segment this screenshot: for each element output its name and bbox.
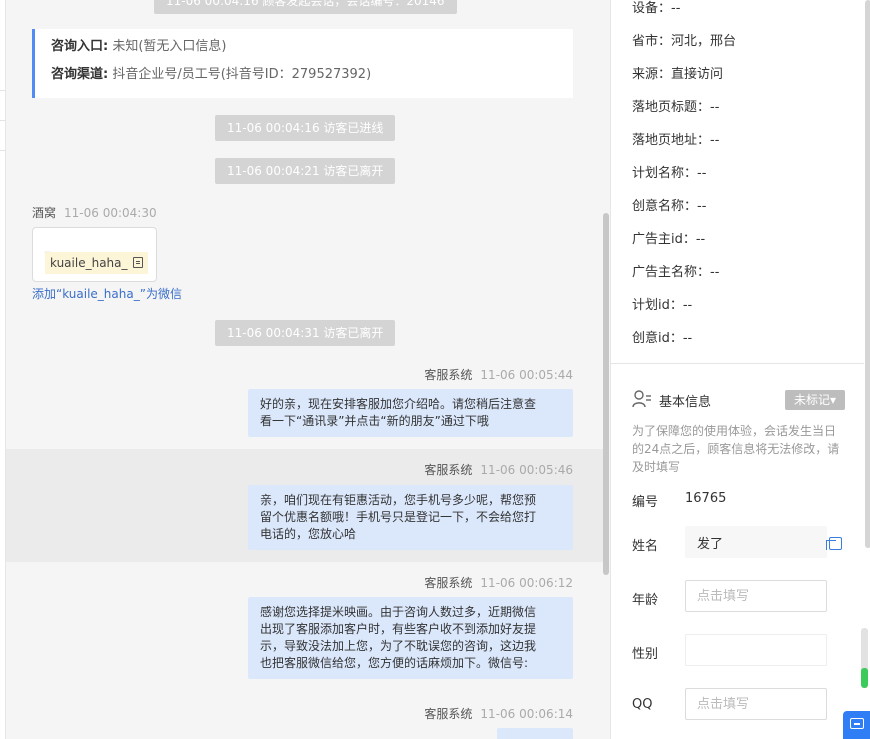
message-line: 好的亲，现在安排客服加您介绍哈。请您稍后注意查 <box>260 397 537 411</box>
message-line: 亲，咱们现在有钜惠活动，您手机号多少呢，帮您预 <box>260 493 537 507</box>
agent-name: 客服系统 <box>424 707 473 721</box>
qq-label: QQ <box>632 697 653 712</box>
entry-channel-line: 咨询渠道: 抖音企业号/员工号(抖音号ID：279527392) <box>51 68 557 82</box>
event-visitor-left: 11-06 00:04:21 访客已离开 <box>215 158 396 184</box>
event-visitor-left: 11-06 00:04:31 访客已离开 <box>215 320 396 346</box>
info-creative-id: 创意id：-- <box>632 331 693 346</box>
message-line: 电话的，您放心哈 <box>260 527 357 541</box>
info-plan-name: 计划名称：-- <box>632 166 707 181</box>
basic-info-title: 基本信息 <box>659 395 712 410</box>
scrollbar-thumb[interactable] <box>861 668 868 688</box>
agent-message-bubble: 好的亲，现在安排客服加您介绍哈。请您稍后注意查 看一下“通讯录”并点击“新的朋友… <box>248 389 573 437</box>
info-source: 来源：直接访问 <box>632 67 724 82</box>
age-field[interactable] <box>685 580 827 612</box>
name-label: 姓名 <box>632 539 659 554</box>
qq-field[interactable] <box>685 688 827 720</box>
chat-scrollbar[interactable] <box>603 213 609 575</box>
agent-message-header: 客服系统 11-06 00:06:14 <box>424 705 573 722</box>
info-plan-id: 计划id：-- <box>632 298 693 313</box>
consult-entry-card: 咨询入口: 未知(暂无入口信息) 咨询渠道: 抖音企业号/员工号(抖音号ID：2… <box>32 29 573 98</box>
info-landing-url: 落地页地址：-- <box>632 133 720 148</box>
message-line: 示，导致没法加上您，为了不耽误您的咨询，这边我 <box>260 639 537 653</box>
agent-name: 客服系统 <box>424 576 473 590</box>
agent-message-bubble: 感谢您选择提米映画。由于咨询人数过多，近期微信 出现了客服添加客户时，有些客户收… <box>248 597 573 679</box>
visitor-name: 酒窝 <box>32 206 57 220</box>
agent-name: 客服系统 <box>424 368 473 382</box>
entry-source-label: 咨询入口: <box>51 39 109 54</box>
copy-icon[interactable] <box>132 257 143 268</box>
agent-message-header: 客服系统 11-06 00:05:44 <box>424 366 573 383</box>
agent-message-time: 11-06 00:06:14 <box>480 707 573 721</box>
entry-source-value: 未知(暂无入口信息) <box>112 39 227 54</box>
visitor-message-time: 11-06 00:04:30 <box>64 206 157 220</box>
message-line: 留个优惠名额哦！手机号只是登记一下，不会给您打 <box>260 510 537 524</box>
message-line: 看一下“通讯录”并点击“新的朋友”通过下哦 <box>260 414 489 428</box>
chevron-down-icon: ▾ <box>829 393 837 407</box>
message-line: 感谢您选择提米映画。由于咨询人数过多，近期微信 <box>260 605 537 619</box>
agent-message-time: 11-06 00:05:44 <box>480 368 573 382</box>
agent-message-header: 客服系统 11-06 00:05:46 <box>424 461 573 478</box>
entry-channel-label: 咨询渠道: <box>51 67 109 82</box>
user-info-icon <box>632 390 651 408</box>
event-visitor-joined: 11-06 00:04:16 访客已进线 <box>215 115 396 141</box>
wechat-id: kuaile_haha_ <box>50 256 128 270</box>
info-region: 省市：河北，邢台 <box>632 34 737 49</box>
agent-message-header: 客服系统 11-06 00:06:12 <box>424 574 573 591</box>
mark-status-label: 未标记 <box>793 393 830 407</box>
info-creative-name: 创意名称：-- <box>632 199 707 214</box>
section-divider <box>611 363 864 364</box>
message-line: 也把客服微信给您，您方便的话麻烦加下。微信号: <box>260 656 529 670</box>
add-wechat-link[interactable]: 添加“kuaile_haha_”为微信 <box>32 285 182 302</box>
wechat-id-tag[interactable]: kuaile_haha_ <box>45 252 148 274</box>
gender-label: 性别 <box>632 647 659 662</box>
info-advertiser-name: 广告主名称：-- <box>632 265 720 280</box>
name-field[interactable] <box>685 526 827 558</box>
visitor-message-header: 酒窝 11-06 00:04:30 <box>32 204 157 221</box>
agent-message-time: 11-06 00:05:46 <box>480 463 573 477</box>
info-landing-title: 落地页标题：-- <box>632 100 720 115</box>
info-scrollbar[interactable] <box>865 0 870 548</box>
chat-panel[interactable]: 11-06 00:04:16 顾客发起会话，会话编号：20146 咨询入口: 未… <box>6 0 610 739</box>
session-start-notice: 11-06 00:04:16 顾客发起会话，会话编号：20146 <box>154 0 457 14</box>
secondary-scrollbar[interactable] <box>861 628 868 688</box>
entry-channel-value: 抖音企业号/员工号(抖音号ID：279527392) <box>112 67 372 82</box>
gender-field[interactable] <box>685 634 827 666</box>
agent-message-time: 11-06 00:06:12 <box>480 576 573 590</box>
copy-icon[interactable] <box>826 537 842 550</box>
agent-name: 客服系统 <box>424 463 473 477</box>
age-label: 年龄 <box>632 593 659 608</box>
chat-icon[interactable] <box>843 711 870 739</box>
id-label: 编号 <box>632 495 659 510</box>
wechat-card: _ kuaile_haha_ <box>32 227 157 282</box>
entry-source-line: 咨询入口: 未知(暂无入口信息) <box>51 40 557 54</box>
edit-notice: 为了保障您的使用体验，会话发生当日的24点之后，顾客信息将无法修改，请及时填写 <box>632 424 840 474</box>
info-advertiser-id: 广告主id：-- <box>632 232 706 247</box>
customer-info-panel[interactable]: 设备：-- 省市：河北，邢台 来源：直接访问 落地页标题：-- 落地页地址：--… <box>610 0 870 739</box>
basic-info-header: 基本信息 未标记▾ <box>632 389 847 411</box>
message-line: 出现了客服添加客户时，有些客户收不到添加好友提 <box>260 622 537 636</box>
id-value: 16765 <box>685 491 727 506</box>
info-device: 设备：-- <box>632 1 681 16</box>
agent-message-bubble <box>497 728 573 739</box>
agent-message-bubble: 亲，咱们现在有钜惠活动，您手机号多少呢，帮您预 留个优惠名额哦！手机号只是登记一… <box>248 485 573 550</box>
mark-status-dropdown[interactable]: 未标记▾ <box>785 390 845 410</box>
